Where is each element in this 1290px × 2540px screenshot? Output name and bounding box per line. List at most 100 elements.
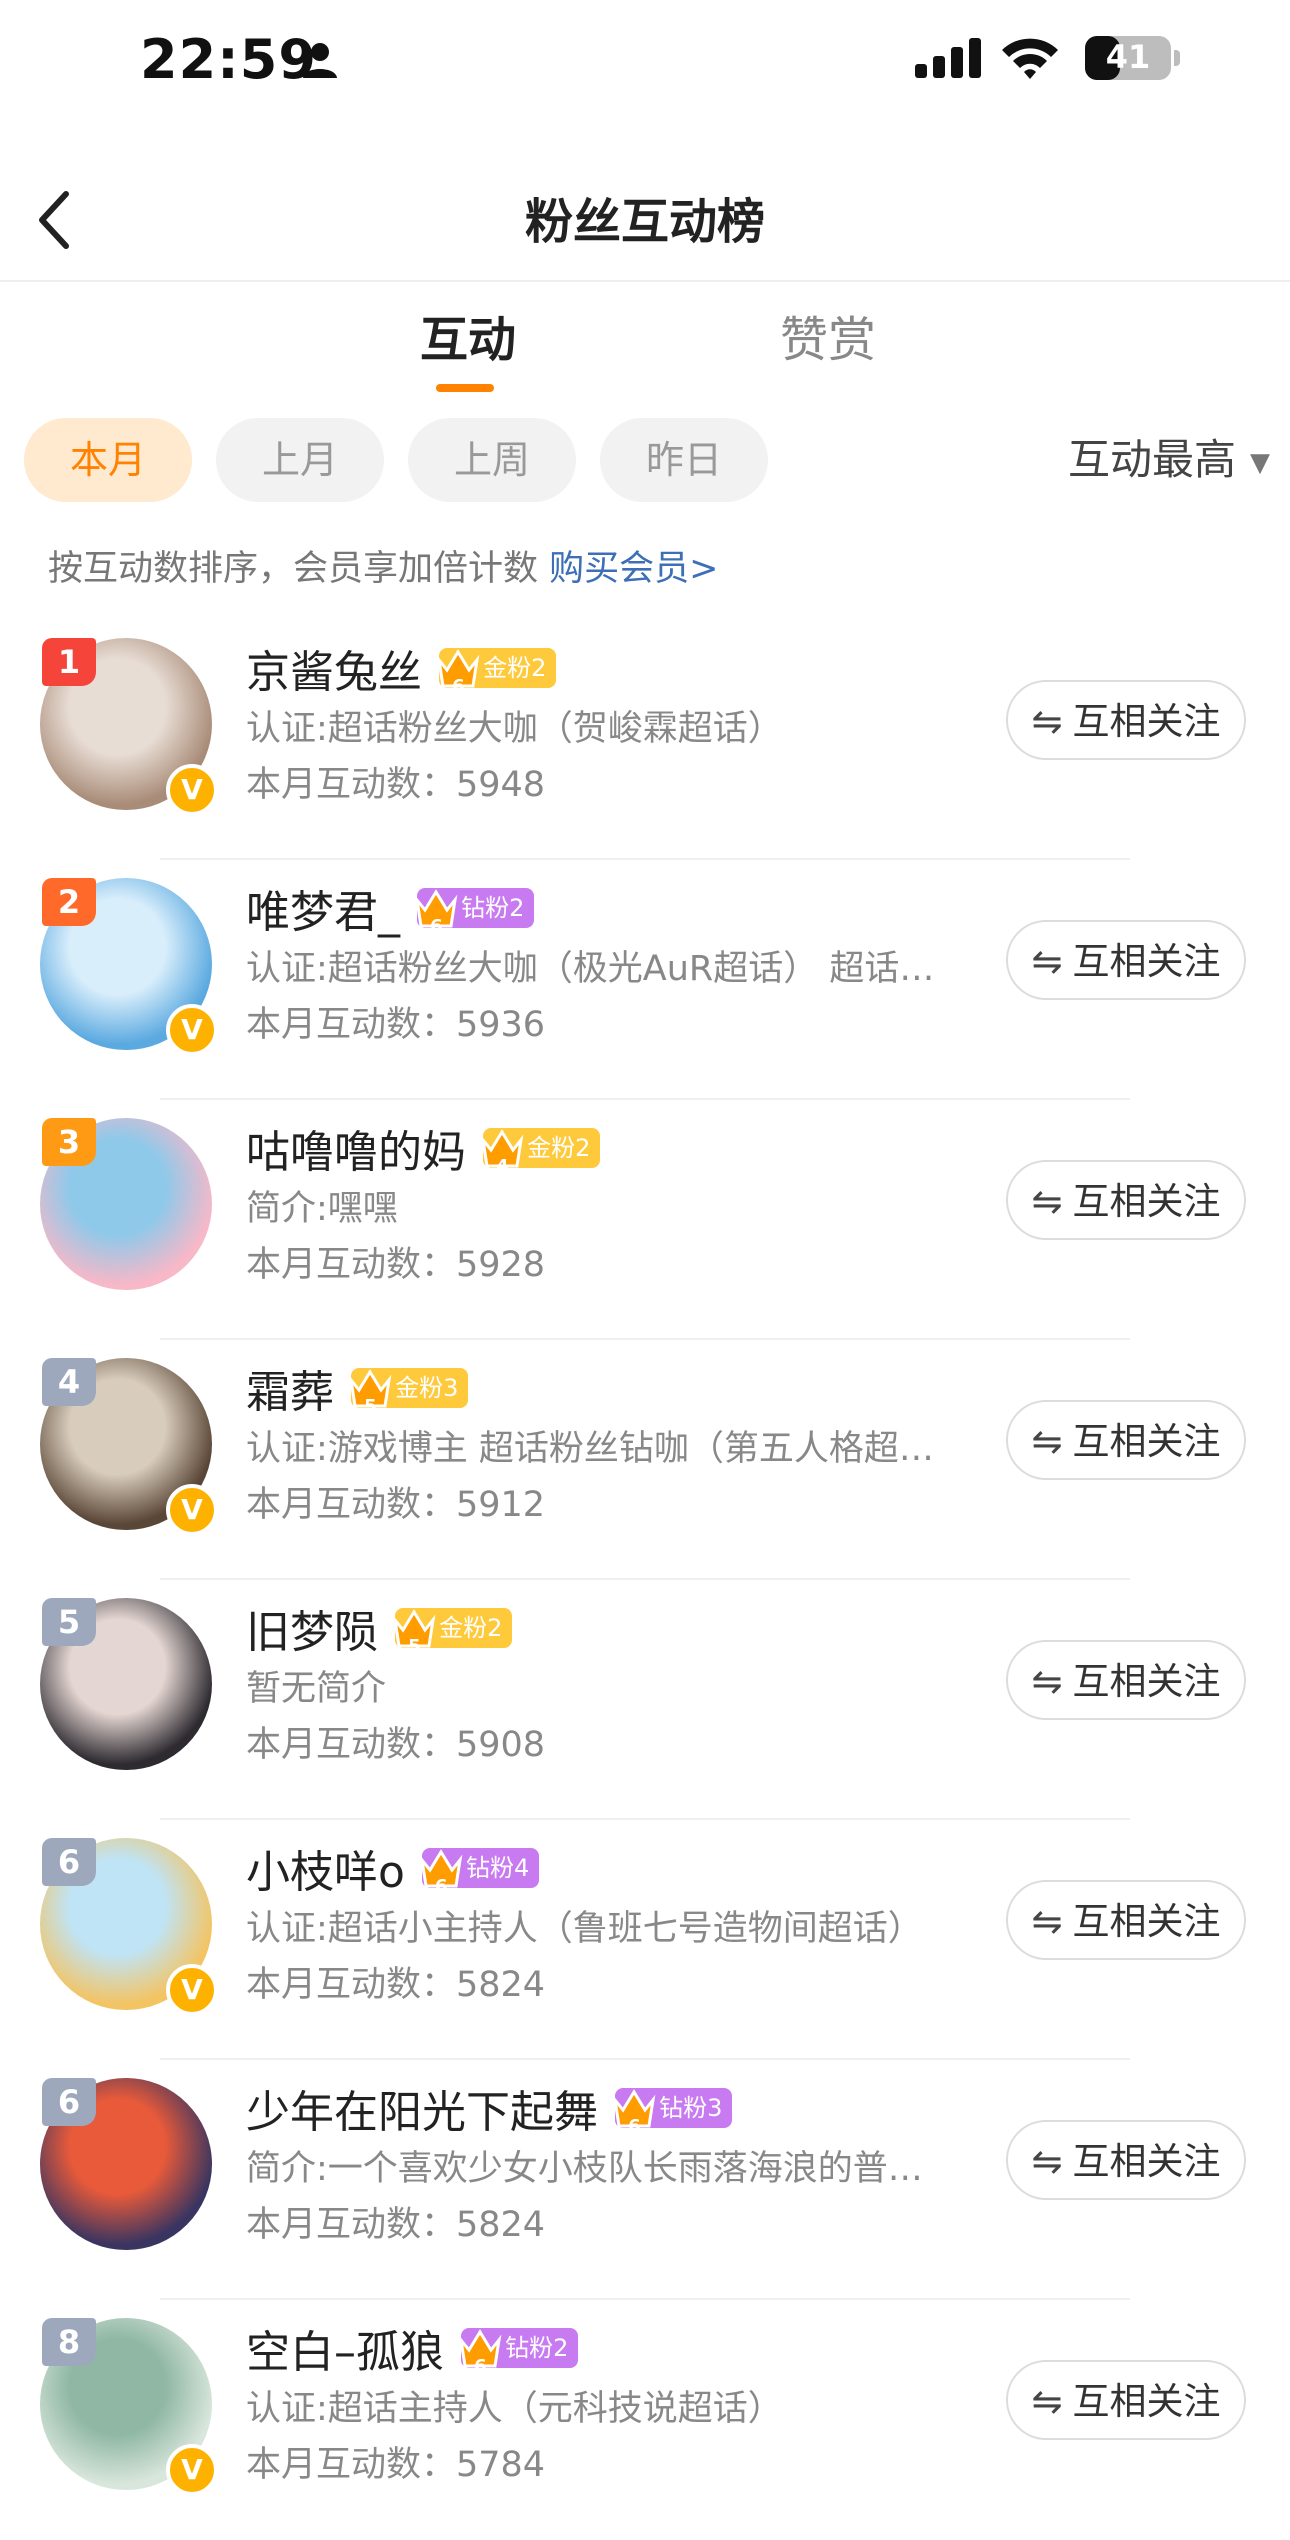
fan-level-badge: 4 金粉2 xyxy=(480,1128,601,1177)
fan-badge-label: 钻粉3 xyxy=(659,2094,723,2122)
person-icon xyxy=(303,43,337,78)
user-description: 简介:嘿嘿 xyxy=(246,1189,398,1229)
list-item[interactable]: 6 V 小枝咩o 6 钻粉4 认证:超话小主持人（鲁班七号造物间超话） 本月互动… xyxy=(0,1820,1290,2060)
list-item[interactable]: 1 V 京酱兔丝 6 金粉2 认证:超话粉丝大咖（贺峻霖超话） 本月互动数：59… xyxy=(0,620,1290,860)
fan-level-badge: 6 钻粉2 xyxy=(458,2328,579,2377)
list-item[interactable]: 4 V 霜葬 5 金粉3 认证:游戏博主 超话粉丝钻咖（第五人格超… 本月互动数… xyxy=(0,1340,1290,1580)
verified-icon: V xyxy=(166,1964,218,2016)
follow-label: 互相关注 xyxy=(1072,2380,1221,2423)
ranking-hint: 按互动数排序，会员享加倍计数 购买会员> xyxy=(48,540,718,591)
follow-label: 互相关注 xyxy=(1072,2140,1221,2183)
avatar[interactable]: 8 V xyxy=(40,2318,218,2496)
list-item[interactable]: 3 咕噜噜的妈 4 金粉2 简介:嘿嘿 本月互动数：5928 ⇋ 互相关注 xyxy=(0,1100,1290,1340)
list-item[interactable]: 5 旧梦陨 5 金粉2 暂无简介 本月互动数：5908 ⇋ 互相关注 xyxy=(0,1580,1290,1820)
filter-this-month[interactable]: 本月 xyxy=(24,418,192,502)
avatar[interactable]: 3 xyxy=(40,1118,212,1290)
swap-arrows-icon: ⇋ xyxy=(1031,2140,1063,2183)
follow-label: 互相关注 xyxy=(1072,700,1221,743)
avatar[interactable]: 6 xyxy=(40,2078,212,2250)
cellular-signal-icon xyxy=(915,38,981,78)
user-description: 认证:超话小主持人（鲁班七号造物间超话） xyxy=(246,1909,923,1949)
follow-label: 互相关注 xyxy=(1072,1180,1221,1223)
user-name[interactable]: 霜葬 xyxy=(246,1367,334,1418)
rank-badge: 5 xyxy=(42,1598,96,1646)
rank-badge: 1 xyxy=(42,638,96,686)
filter-yesterday[interactable]: 昨日 xyxy=(600,418,768,502)
fan-level-badge: 5 金粉2 xyxy=(392,1608,513,1657)
list-item[interactable]: 6 少年在阳光下起舞 6 钻粉3 简介:一个喜欢少女小枝队长雨落海浪的普… 本月… xyxy=(0,2060,1290,2300)
mutual-follow-button[interactable]: ⇋ 互相关注 xyxy=(1006,1880,1246,1960)
user-name-line: 旧梦陨 5 金粉2 xyxy=(246,1596,513,1658)
swap-arrows-icon: ⇋ xyxy=(1031,1660,1063,1703)
mutual-follow-button[interactable]: ⇋ 互相关注 xyxy=(1006,680,1246,760)
status-bar: 22:59 41 xyxy=(0,0,1290,120)
list-item[interactable]: 2 V 唯梦君_ 6 钻粉2 认证:超话粉丝大咖（极光AuR超话） 超话… 本月… xyxy=(0,860,1290,1100)
swap-arrows-icon: ⇋ xyxy=(1031,1180,1063,1223)
user-name[interactable]: 少年在阳光下起舞 xyxy=(246,2087,598,2138)
tab-bar: 互动 赞赏 xyxy=(0,300,1290,400)
list-item[interactable]: 8 V 空白–孤狼 6 钻粉2 认证:超话主持人（元科技说超话） 本月互动数：5… xyxy=(0,2300,1290,2540)
battery-icon: 41 xyxy=(1085,36,1171,80)
user-name-line: 小枝咩o 6 钻粉4 xyxy=(246,1836,540,1898)
user-description: 简介:一个喜欢少女小枝队长雨落海浪的普… xyxy=(246,2149,923,2189)
status-time: 22:59 xyxy=(140,28,317,91)
mutual-follow-button[interactable]: ⇋ 互相关注 xyxy=(1006,1640,1246,1720)
mutual-follow-button[interactable]: ⇋ 互相关注 xyxy=(1006,1160,1246,1240)
rank-badge: 8 xyxy=(42,2318,96,2366)
mutual-follow-button[interactable]: ⇋ 互相关注 xyxy=(1006,920,1246,1000)
user-name[interactable]: 唯梦君_ xyxy=(246,887,400,938)
swap-arrows-icon: ⇋ xyxy=(1031,940,1063,983)
fan-badge-label: 钻粉4 xyxy=(466,1854,530,1882)
time-filter-bar: 本月 上月 上周 昨日 互动最高 ▼ xyxy=(0,418,1290,502)
battery-cap xyxy=(1174,50,1180,66)
fan-ranking-list: 1 V 京酱兔丝 6 金粉2 认证:超话粉丝大咖（贺峻霖超话） 本月互动数：59… xyxy=(0,620,1290,2540)
follow-label: 互相关注 xyxy=(1072,940,1221,983)
fan-badge-label: 金粉2 xyxy=(483,654,547,682)
user-name[interactable]: 空白–孤狼 xyxy=(246,2327,444,2378)
interaction-count: 本月互动数：5936 xyxy=(246,1005,546,1045)
avatar[interactable]: 4 V xyxy=(40,1358,218,1536)
user-name-line: 少年在阳光下起舞 6 钻粉3 xyxy=(246,2076,733,2138)
user-name[interactable]: 旧梦陨 xyxy=(246,1607,378,1658)
avatar[interactable]: 5 xyxy=(40,1598,212,1770)
interaction-count: 本月互动数：5784 xyxy=(246,2445,546,2485)
filter-last-month[interactable]: 上月 xyxy=(216,418,384,502)
interaction-count: 本月互动数：5912 xyxy=(246,1485,546,1525)
user-name-line: 霜葬 5 金粉3 xyxy=(246,1356,469,1418)
tab-interaction[interactable]: 互动 xyxy=(420,300,516,370)
sort-dropdown[interactable]: 互动最高 ▼ xyxy=(1068,418,1270,502)
buy-membership-link[interactable]: 购买会员> xyxy=(549,549,718,589)
tab-reward[interactable]: 赞赏 xyxy=(780,300,876,370)
avatar[interactable]: 1 V xyxy=(40,638,218,816)
swap-arrows-icon: ⇋ xyxy=(1031,2380,1063,2423)
mutual-follow-button[interactable]: ⇋ 互相关注 xyxy=(1006,2360,1246,2440)
avatar[interactable]: 6 V xyxy=(40,1838,218,2016)
page-title: 粉丝互动榜 xyxy=(524,194,765,250)
user-name[interactable]: 小枝咩o xyxy=(246,1847,405,1898)
swap-arrows-icon: ⇋ xyxy=(1031,1420,1063,1463)
interaction-count: 本月互动数：5824 xyxy=(246,2205,546,2245)
user-name-line: 京酱兔丝 6 金粉2 xyxy=(246,636,557,698)
user-name[interactable]: 咕噜噜的妈 xyxy=(246,1127,466,1178)
mutual-follow-button[interactable]: ⇋ 互相关注 xyxy=(1006,2120,1246,2200)
avatar[interactable]: 2 V xyxy=(40,878,218,1056)
follow-label: 互相关注 xyxy=(1072,1660,1221,1703)
nav-bar: 粉丝互动榜 xyxy=(0,160,1290,282)
user-description: 认证:游戏博主 超话粉丝钻咖（第五人格超… xyxy=(246,1429,934,1469)
rank-badge: 6 xyxy=(42,2078,96,2126)
swap-arrows-icon: ⇋ xyxy=(1031,1900,1063,1943)
user-name-line: 空白–孤狼 6 钻粉2 xyxy=(246,2316,579,2378)
wifi-icon xyxy=(1002,38,1058,79)
sort-label: 互动最高 xyxy=(1067,435,1236,484)
user-name[interactable]: 京酱兔丝 xyxy=(246,647,422,698)
battery-percent: 41 xyxy=(1105,38,1151,76)
verified-icon: V xyxy=(166,1004,218,1056)
fan-badge-label: 金粉3 xyxy=(395,1374,459,1402)
mutual-follow-button[interactable]: ⇋ 互相关注 xyxy=(1006,1400,1246,1480)
user-name-line: 唯梦君_ 6 钻粉2 xyxy=(246,876,535,938)
fan-badge-label: 钻粉2 xyxy=(461,894,525,922)
hint-text: 按互动数排序，会员享加倍计数 xyxy=(48,549,539,589)
user-description: 认证:超话粉丝大咖（极光AuR超话） 超话… xyxy=(246,949,935,989)
fan-level-badge: 6 金粉2 xyxy=(436,648,557,697)
filter-last-week[interactable]: 上周 xyxy=(408,418,576,502)
